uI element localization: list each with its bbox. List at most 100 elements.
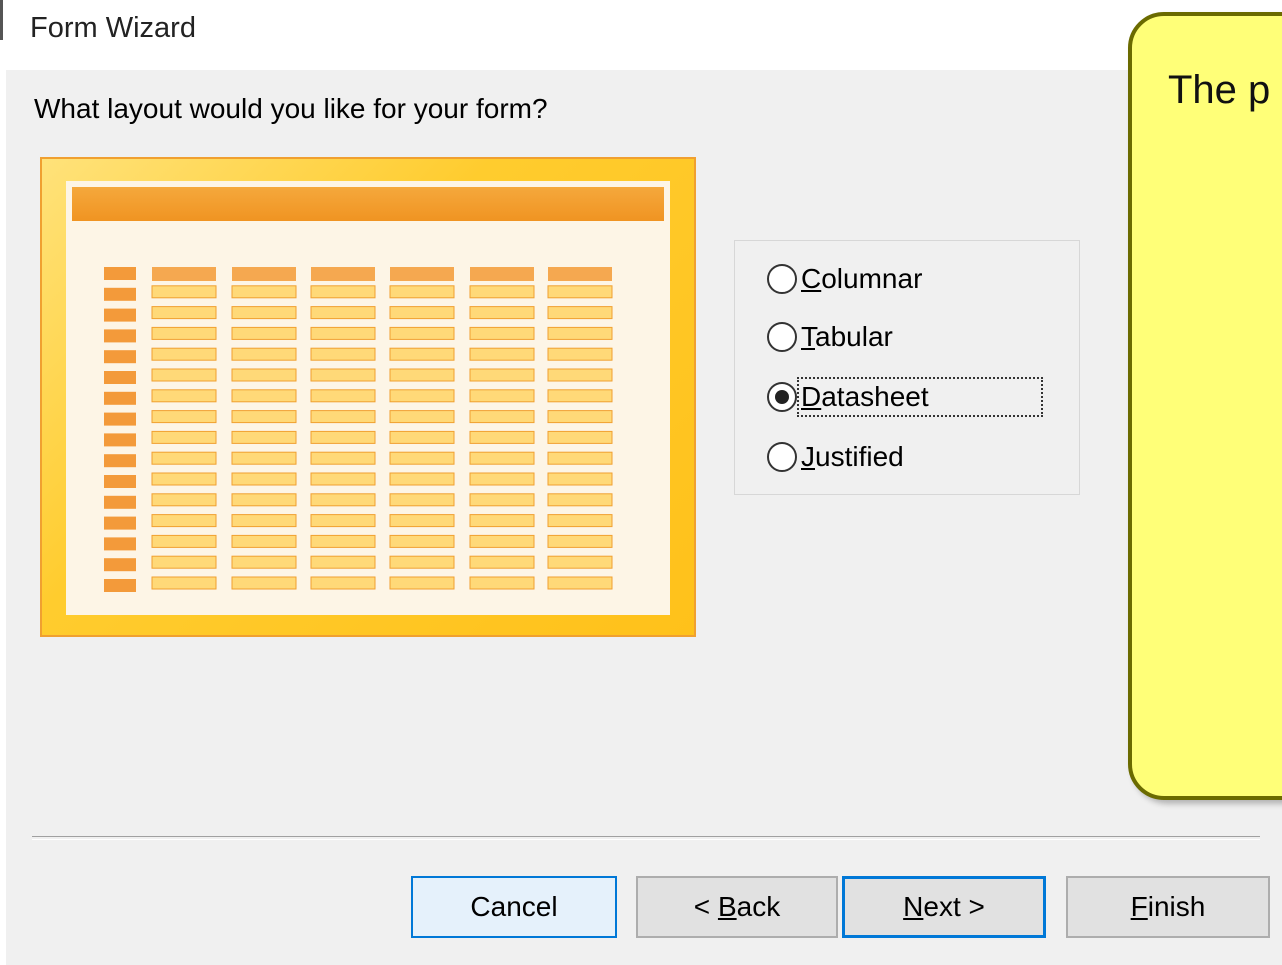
grid-cell: [310, 514, 376, 528]
form-wizard-dialog: Form Wizard What layout would you like f…: [6, 0, 1282, 965]
grid-cell: [310, 534, 376, 548]
grid-cell: [231, 410, 297, 424]
grid-cell: [310, 368, 376, 382]
grid-cell: [231, 451, 297, 465]
grid-column-header: [548, 267, 612, 281]
grid-cell: [547, 326, 613, 340]
grid-cell: [151, 430, 217, 444]
grid-cell: [547, 347, 613, 361]
grid-cell: [469, 389, 535, 403]
grid-cell: [310, 451, 376, 465]
grid-cell: [310, 576, 376, 590]
grid-cell: [389, 576, 455, 590]
finish-button[interactable]: Finish: [1066, 876, 1270, 938]
grid-cell: [231, 472, 297, 486]
grid-column-header: [152, 267, 216, 281]
grid-cell: [389, 472, 455, 486]
grid-cell: [469, 534, 535, 548]
layout-question: What layout would you like for your form…: [34, 93, 548, 124]
next-button-label: Next >: [903, 891, 985, 922]
help-callout-tooltip: The p: [1128, 12, 1282, 800]
finish-button-label: Finish: [1130, 891, 1206, 922]
next-button[interactable]: Next >: [842, 876, 1046, 938]
grid-cell: [231, 555, 297, 569]
grid-cell: [547, 389, 613, 403]
radio-label-datasheet: Datasheet: [797, 377, 1043, 417]
grid-cell: [469, 347, 535, 361]
radio-tabular[interactable]: Tabular: [767, 317, 893, 357]
grid-row-header: [104, 433, 136, 447]
grid-cell: [310, 347, 376, 361]
grid-row-header: [104, 329, 136, 343]
grid-row-header: [104, 412, 136, 426]
grid-cell: [231, 389, 297, 403]
grid-cell: [151, 347, 217, 361]
grid-cell: [469, 306, 535, 320]
grid-cell: [547, 555, 613, 569]
grid-cell: [151, 410, 217, 424]
radio-circle-selected[interactable]: [767, 382, 797, 412]
grid-cell: [547, 534, 613, 548]
grid-cell: [151, 472, 217, 486]
radio-circle[interactable]: [767, 264, 797, 294]
grid-cell: [310, 389, 376, 403]
cancel-button[interactable]: Cancel: [411, 876, 617, 938]
grid-cell: [547, 514, 613, 528]
grid-cell: [389, 555, 455, 569]
grid-cell: [547, 493, 613, 507]
grid-cell: [469, 285, 535, 299]
grid-cell: [151, 306, 217, 320]
grid-cell: [389, 514, 455, 528]
grid-row-header: [104, 287, 136, 301]
radio-datasheet[interactable]: Datasheet: [767, 377, 1043, 417]
grid-row-header: [104, 537, 136, 551]
grid-cell: [469, 472, 535, 486]
grid-row-header: [104, 267, 136, 280]
grid-cell: [547, 306, 613, 320]
grid-column-header: [470, 267, 534, 281]
grid-cell: [547, 576, 613, 590]
grid-cell: [151, 368, 217, 382]
grid-cell: [547, 451, 613, 465]
radio-justified[interactable]: Justified: [767, 437, 904, 477]
grid-cell: [469, 430, 535, 444]
grid-cell: [310, 285, 376, 299]
grid-cell: [151, 576, 217, 590]
cancel-button-label: Cancel: [470, 891, 558, 922]
grid-cell: [469, 326, 535, 340]
grid-row-header: [104, 308, 136, 322]
grid-cell: [151, 493, 217, 507]
layout-preview-image: [40, 157, 696, 637]
radio-circle[interactable]: [767, 442, 797, 472]
grid-cell: [547, 472, 613, 486]
grid-cell: [547, 430, 613, 444]
grid-cell: [469, 514, 535, 528]
grid-cell: [469, 410, 535, 424]
grid-cell: [151, 285, 217, 299]
grid-cell: [389, 430, 455, 444]
grid-row-header: [104, 371, 136, 384]
grid-cell: [310, 555, 376, 569]
grid-cell: [469, 368, 535, 382]
back-button[interactable]: < Back: [636, 876, 838, 938]
grid-cell: [547, 368, 613, 382]
grid-cell: [310, 326, 376, 340]
grid-cell: [469, 555, 535, 569]
grid-cell: [389, 347, 455, 361]
grid-cell: [469, 493, 535, 507]
datasheet-grid-illustration: [104, 267, 613, 592]
preview-inner-panel: [66, 181, 670, 615]
grid-cell: [310, 430, 376, 444]
radio-columnar[interactable]: Columnar: [767, 259, 922, 299]
grid-cell: [151, 326, 217, 340]
radio-circle[interactable]: [767, 322, 797, 352]
grid-cell: [231, 285, 297, 299]
grid-cell: [151, 451, 217, 465]
grid-cell: [389, 410, 455, 424]
grid-cell: [231, 368, 297, 382]
grid-cell: [310, 306, 376, 320]
grid-row-header: [104, 516, 136, 530]
grid-cell: [310, 472, 376, 486]
grid-cell: [389, 368, 455, 382]
grid-column-header: [390, 267, 454, 281]
